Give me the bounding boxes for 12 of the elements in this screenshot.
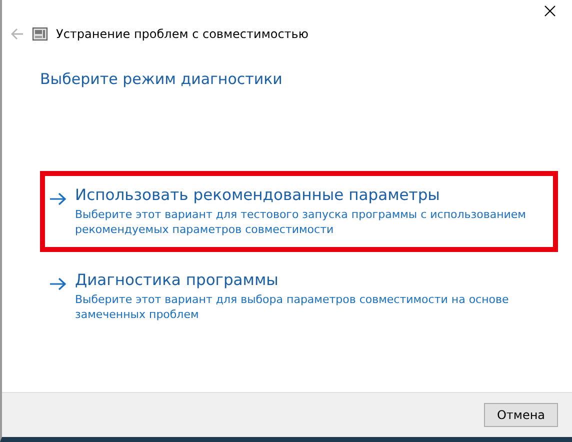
window-title: Устранение проблем с совместимостью [56,27,308,41]
option-link[interactable]: Использовать рекомендованные параметры [75,186,545,204]
close-icon [544,5,556,17]
option-description: Выберите этот вариант для выбора параметров совместимости на основе замеченных проблем [75,292,510,322]
back-arrow-icon [10,28,24,40]
option-description: Выберите этот вариант для тестового запуска программы с использованием рекомендуемых параметров совместимости [75,207,527,237]
arrow-icon [49,192,67,206]
program-icon [32,27,48,41]
page-heading: Выберите режим диагностики [40,70,284,88]
cancel-button[interactable]: Отмена [484,403,558,427]
option-link[interactable]: Диагностика программы [75,271,545,289]
arrow-icon [49,277,67,291]
